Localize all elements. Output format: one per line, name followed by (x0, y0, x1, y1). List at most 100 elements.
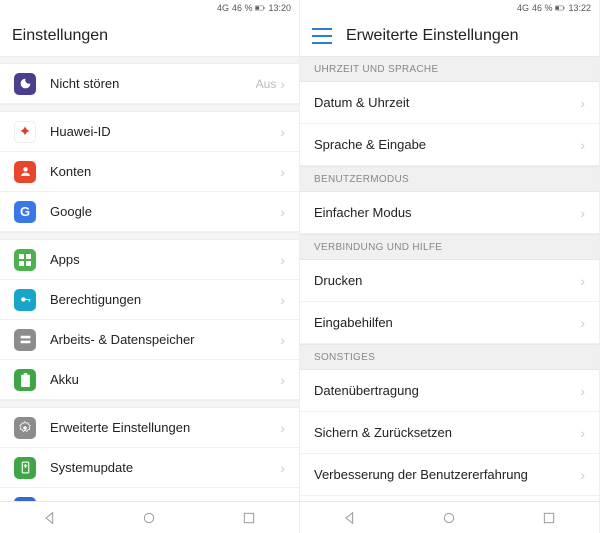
chevron-right-icon: › (280, 420, 285, 436)
section-time-language: UHRZEIT UND SPRACHE (300, 56, 599, 82)
row-about-phone[interactable]: Über das Telefon › (0, 488, 299, 501)
row-accounts[interactable]: Konten › (0, 152, 299, 192)
menu-icon[interactable] (312, 28, 332, 44)
row-google[interactable]: G Google › (0, 192, 299, 232)
chevron-right-icon: › (580, 95, 585, 111)
huawei-icon (14, 121, 36, 143)
key-icon (14, 289, 36, 311)
nav-bar (0, 501, 299, 533)
home-button[interactable] (441, 510, 457, 526)
row-permissions[interactable]: Berechtigungen › (0, 280, 299, 320)
label: Systemupdate (50, 460, 280, 475)
label: Nicht stören (50, 76, 256, 91)
label: Erweiterte Einstellungen (50, 420, 280, 435)
label: Sprache & Eingabe (314, 137, 580, 152)
home-button[interactable] (141, 510, 157, 526)
label: Einfacher Modus (314, 205, 580, 220)
label: Eingabehilfen (314, 315, 580, 330)
row-data-transfer[interactable]: Datenübertragung› (300, 370, 599, 412)
label: Google (50, 204, 280, 219)
label: Verbesserung der Benutzererfahrung (314, 467, 580, 482)
recents-button[interactable] (541, 510, 557, 526)
chevron-right-icon: › (580, 425, 585, 441)
row-huawei-id[interactable]: Huawei-ID › (0, 112, 299, 152)
divider (0, 232, 299, 240)
chevron-right-icon: › (580, 137, 585, 153)
gear-icon (14, 417, 36, 439)
clock: 13:20 (268, 3, 291, 13)
divider (0, 104, 299, 112)
update-icon (14, 457, 36, 479)
label: Apps (50, 252, 280, 267)
row-storage[interactable]: Arbeits- & Datenspeicher › (0, 320, 299, 360)
apps-icon (14, 249, 36, 271)
chevron-right-icon: › (280, 204, 285, 220)
row-printing[interactable]: Drucken› (300, 260, 599, 302)
value: Aus (256, 77, 277, 91)
header: Erweiterte Einstellungen (300, 16, 599, 56)
screen-advanced-settings: 4G 46 % 13:22 Erweiterte Einstellungen U… (300, 0, 600, 533)
signal-icon: 4G (217, 3, 229, 13)
info-icon (14, 497, 36, 502)
row-simple-mode[interactable]: Einfacher Modus› (300, 192, 599, 234)
page-title: Erweiterte Einstellungen (346, 27, 519, 45)
moon-icon (14, 73, 36, 95)
clock: 13:22 (568, 3, 591, 13)
chevron-right-icon: › (580, 205, 585, 221)
google-icon: G (14, 201, 36, 223)
chevron-right-icon: › (280, 460, 285, 476)
nav-bar (300, 501, 599, 533)
status-bar: 4G 46 % 13:20 (0, 0, 299, 16)
advanced-list[interactable]: UHRZEIT UND SPRACHE Datum & Uhrzeit› Spr… (300, 56, 599, 501)
label: Datum & Uhrzeit (314, 95, 580, 110)
section-connection-help: VERBINDUNG UND HILFE (300, 234, 599, 260)
label: Konten (50, 164, 280, 179)
chevron-right-icon: › (280, 500, 285, 502)
section-user-mode: BENUTZERMODUS (300, 166, 599, 192)
row-backup-reset[interactable]: Sichern & Zurücksetzen› (300, 412, 599, 454)
header: Einstellungen (0, 16, 299, 56)
row-apps[interactable]: Apps › (0, 240, 299, 280)
screen-settings: 4G 46 % 13:20 Einstellungen Nicht stören… (0, 0, 300, 533)
divider (0, 400, 299, 408)
chevron-right-icon: › (580, 315, 585, 331)
chevron-right-icon: › (280, 372, 285, 388)
row-advanced-settings[interactable]: Erweiterte Einstellungen › (0, 408, 299, 448)
chevron-right-icon: › (580, 273, 585, 289)
chevron-right-icon: › (280, 252, 285, 268)
row-battery[interactable]: Akku › (0, 360, 299, 400)
settings-list[interactable]: Nicht stören Aus › Huawei-ID › Konten › … (0, 56, 299, 501)
page-title: Einstellungen (12, 27, 108, 45)
back-button[interactable] (342, 510, 358, 526)
row-do-not-disturb[interactable]: Nicht stören Aus › (0, 64, 299, 104)
row-accessibility[interactable]: Eingabehilfen› (300, 302, 599, 344)
chevron-right-icon: › (280, 292, 285, 308)
chevron-right-icon: › (280, 76, 285, 92)
row-date-time[interactable]: Datum & Uhrzeit› (300, 82, 599, 124)
signal-icon: 4G (517, 3, 529, 13)
label: Huawei-ID (50, 124, 280, 139)
battery-percent: 46 % (532, 3, 553, 13)
chevron-right-icon: › (580, 467, 585, 483)
label: Berechtigungen (50, 292, 280, 307)
back-button[interactable] (42, 510, 58, 526)
label: Über das Telefon (50, 500, 280, 501)
battery-icon (14, 369, 36, 391)
label: Sichern & Zurücksetzen (314, 425, 580, 440)
battery-icon (255, 3, 265, 13)
battery-percent: 46 % (232, 3, 253, 13)
section-other: SONSTIGES (300, 344, 599, 370)
label: Drucken (314, 273, 580, 288)
label: Arbeits- & Datenspeicher (50, 332, 280, 347)
recents-button[interactable] (241, 510, 257, 526)
chevron-right-icon: › (280, 124, 285, 140)
status-bar: 4G 46 % 13:22 (300, 0, 599, 16)
divider (0, 56, 299, 64)
label: Akku (50, 372, 280, 387)
row-language-input[interactable]: Sprache & Eingabe› (300, 124, 599, 166)
chevron-right-icon: › (580, 383, 585, 399)
row-user-experience[interactable]: Verbesserung der Benutzererfahrung› (300, 454, 599, 496)
accounts-icon (14, 161, 36, 183)
row-system-update[interactable]: Systemupdate › (0, 448, 299, 488)
battery-icon (555, 3, 565, 13)
